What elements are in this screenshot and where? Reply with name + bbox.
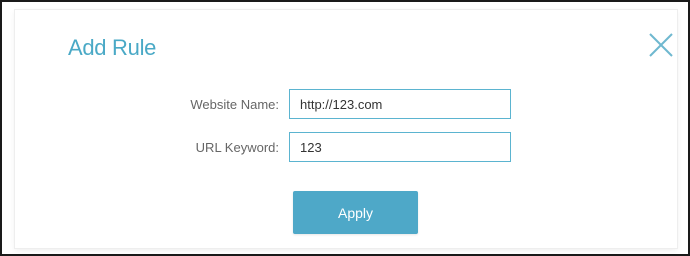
- website-name-input[interactable]: [289, 89, 511, 119]
- apply-button[interactable]: Apply: [293, 191, 418, 234]
- close-icon[interactable]: [647, 31, 675, 59]
- dialog-title: Add Rule: [68, 35, 157, 60]
- url-keyword-input[interactable]: [289, 132, 511, 162]
- url-keyword-label: URL Keyword:: [195, 140, 279, 155]
- close-icon-glyph: [649, 33, 673, 57]
- add-rule-dialog: Add Rule Website Name: URL Keyword: Appl…: [15, 10, 677, 248]
- screenshot-frame: Add Rule Website Name: URL Keyword: Appl…: [0, 0, 690, 256]
- website-name-label: Website Name:: [190, 97, 279, 112]
